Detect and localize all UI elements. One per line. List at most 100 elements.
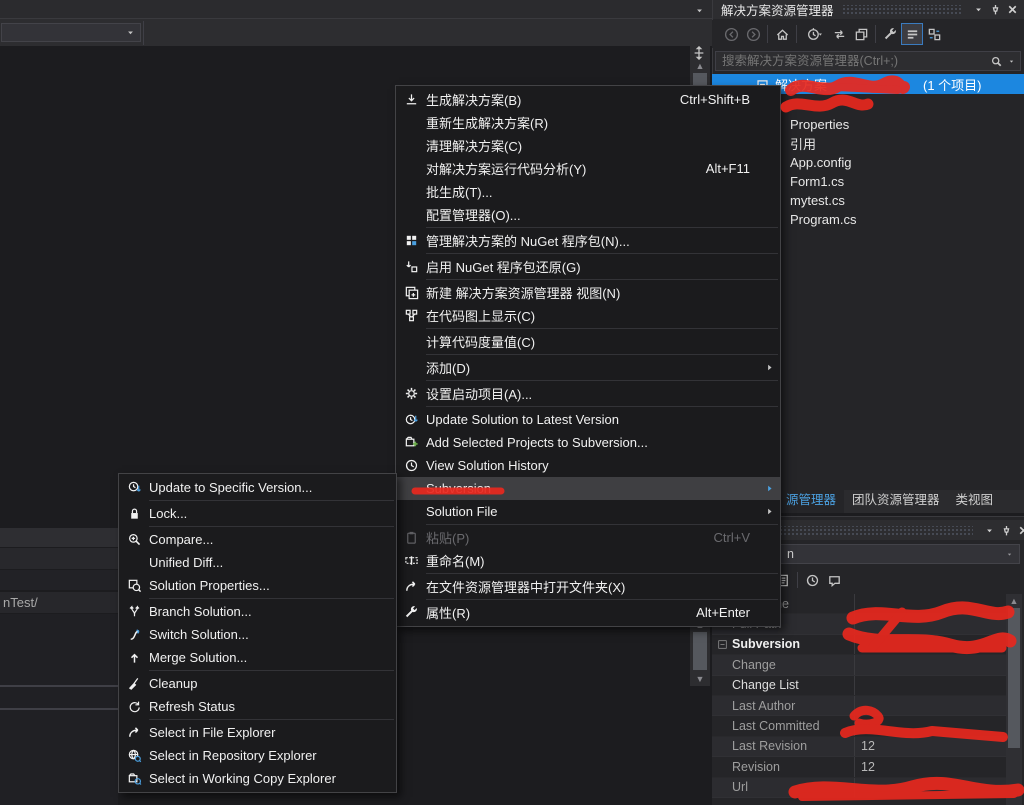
menu-item[interactable]: 属性(R)Alt+Enter [396, 601, 780, 624]
property-value[interactable] [854, 676, 1006, 695]
property-row[interactable]: Url [712, 778, 1006, 798]
property-value[interactable] [854, 655, 1006, 674]
property-row[interactable]: Last Committed [712, 716, 1006, 736]
menu-item[interactable]: Select in Repository Explorer [119, 744, 396, 767]
property-label: Url [732, 780, 854, 794]
menu-item[interactable]: Branch Solution... [119, 600, 396, 623]
window-position-icon[interactable] [970, 2, 987, 17]
property-row[interactable]: Last Revision12 [712, 737, 1006, 757]
property-row[interactable]: Change List [712, 676, 1006, 696]
chevron-down-icon[interactable] [694, 5, 705, 16]
background-window-band [0, 528, 118, 547]
submenu-arrow-icon [764, 483, 780, 494]
property-value[interactable] [854, 614, 1006, 633]
toolbar-combobox[interactable] [1, 23, 141, 42]
collapse-all-icon[interactable] [850, 23, 872, 45]
menu-item[interactable]: 计算代码度量值(C) [396, 330, 780, 353]
nav-back-icon[interactable] [720, 23, 742, 45]
tab-team-explorer[interactable]: 团队资源管理器 [844, 486, 948, 513]
menu-item[interactable]: 在文件资源管理器中打开文件夹(X) [396, 575, 780, 598]
menu-separator [149, 670, 394, 671]
property-value[interactable] [854, 716, 1006, 735]
menu-item[interactable]: 重新生成解决方案(R) [396, 111, 780, 134]
menu-item[interactable]: Add Selected Projects to Subversion... [396, 431, 780, 454]
solution-explorer-title-bar[interactable]: 解决方案资源管理器 [713, 0, 1024, 19]
menu-item[interactable]: Lock... [119, 502, 396, 525]
wrench-icon[interactable] [879, 23, 901, 45]
menu-item[interactable]: Subversion [396, 477, 780, 500]
pin-icon[interactable] [987, 2, 1004, 17]
menu-item[interactable]: Update to Specific Version... [119, 476, 396, 499]
submenu-arrow-icon [764, 362, 780, 373]
menu-item[interactable]: Cleanup [119, 672, 396, 695]
menu-item[interactable]: 配置管理器(O)... [396, 203, 780, 226]
background-scrollbar[interactable]: ▲ ▼ [690, 618, 710, 686]
nav-forward-icon[interactable] [742, 23, 764, 45]
pin-icon[interactable] [998, 523, 1015, 538]
menu-item-label: Branch Solution... [149, 604, 380, 619]
menu-item[interactable]: Compare... [119, 528, 396, 551]
comment-icon[interactable] [823, 569, 845, 591]
menu-item[interactable]: 批生成(T)... [396, 180, 780, 203]
scrollbar-thumb[interactable] [1008, 608, 1020, 748]
menu-item-label: 生成解决方案(B) [426, 90, 680, 109]
scroll-up-arrow[interactable]: ▲ [1006, 596, 1022, 606]
property-row[interactable]: Last Author [712, 696, 1006, 716]
menu-item[interactable]: 重命名(M) [396, 549, 780, 572]
solution-explorer-toolbar [712, 20, 1024, 48]
menu-item[interactable]: 清理解决方案(C) [396, 134, 780, 157]
window-position-icon[interactable] [981, 523, 998, 538]
menu-item[interactable]: Switch Solution... [119, 623, 396, 646]
menu-item[interactable]: Select in Working Copy Explorer [119, 767, 396, 790]
property-row[interactable]: Change [712, 655, 1006, 675]
search-icon[interactable] [990, 55, 1007, 68]
menu-item[interactable]: View Solution History [396, 454, 780, 477]
chevron-down-icon[interactable] [1007, 57, 1020, 66]
property-value[interactable]: 12 [854, 757, 1006, 776]
scroll-up-arrow[interactable]: ▲ [690, 61, 710, 71]
scroll-down-arrow[interactable]: ▼ [690, 674, 710, 684]
splitter-handle-icon[interactable] [692, 46, 706, 60]
menu-item[interactable]: 启用 NuGet 程序包还原(G) [396, 255, 780, 278]
menu-item[interactable]: Solution Properties... [119, 574, 396, 597]
menu-item[interactable]: Merge Solution... [119, 646, 396, 669]
menu-item[interactable]: 管理解决方案的 NuGet 程序包(N)... [396, 229, 780, 252]
search-input[interactable] [716, 54, 990, 68]
property-row[interactable]: Subversion [712, 635, 1006, 655]
home-icon[interactable] [771, 23, 793, 45]
scrollbar-thumb[interactable] [693, 632, 707, 670]
menu-item-label: Add Selected Projects to Subversion... [426, 435, 764, 450]
menu-item[interactable]: Refresh Status [119, 695, 396, 718]
sync-active-doc-icon[interactable] [923, 23, 945, 45]
close-icon[interactable] [1015, 523, 1024, 538]
menu-item[interactable]: 生成解决方案(B)Ctrl+Shift+B [396, 88, 780, 111]
menu-item[interactable]: Solution File [396, 500, 780, 523]
property-value[interactable] [854, 594, 1006, 613]
menu-item[interactable]: Select in File Explorer [119, 721, 396, 744]
tab-solution-explorer[interactable]: 源管理器 [778, 486, 844, 513]
collapse-expander-icon[interactable] [712, 639, 732, 650]
close-icon[interactable] [1004, 2, 1021, 17]
property-value[interactable] [854, 635, 1006, 654]
property-value[interactable] [854, 778, 1006, 797]
menu-item[interactable]: 在代码图上显示(C) [396, 304, 780, 327]
show-all-files-icon[interactable] [901, 23, 923, 45]
menu-item[interactable]: Unified Diff... [119, 551, 396, 574]
menu-item[interactable]: 粘贴(P)Ctrl+V [396, 526, 780, 549]
property-value[interactable]: 12 [854, 737, 1006, 756]
properties-scrollbar[interactable]: ▲ [1006, 594, 1022, 805]
menu-item-label: 配置管理器(O)... [426, 205, 764, 224]
menu-item[interactable]: 新建 解决方案资源管理器 视图(N) [396, 281, 780, 304]
drag-grip [842, 5, 962, 14]
history-icon[interactable] [801, 569, 823, 591]
property-value[interactable] [854, 696, 1006, 715]
menu-item[interactable]: 添加(D) [396, 356, 780, 379]
pending-filter-icon[interactable] [800, 23, 828, 45]
menu-item[interactable]: Update Solution to Latest Version [396, 408, 780, 431]
menu-item[interactable]: 对解决方案运行代码分析(Y)Alt+F11 [396, 157, 780, 180]
menu-item[interactable]: 设置启动项目(A)... [396, 382, 780, 405]
property-row[interactable]: Revision12 [712, 757, 1006, 777]
tab-class-view[interactable]: 类视图 [948, 486, 1002, 513]
search-box[interactable] [715, 51, 1021, 71]
sync-icon[interactable] [828, 23, 850, 45]
